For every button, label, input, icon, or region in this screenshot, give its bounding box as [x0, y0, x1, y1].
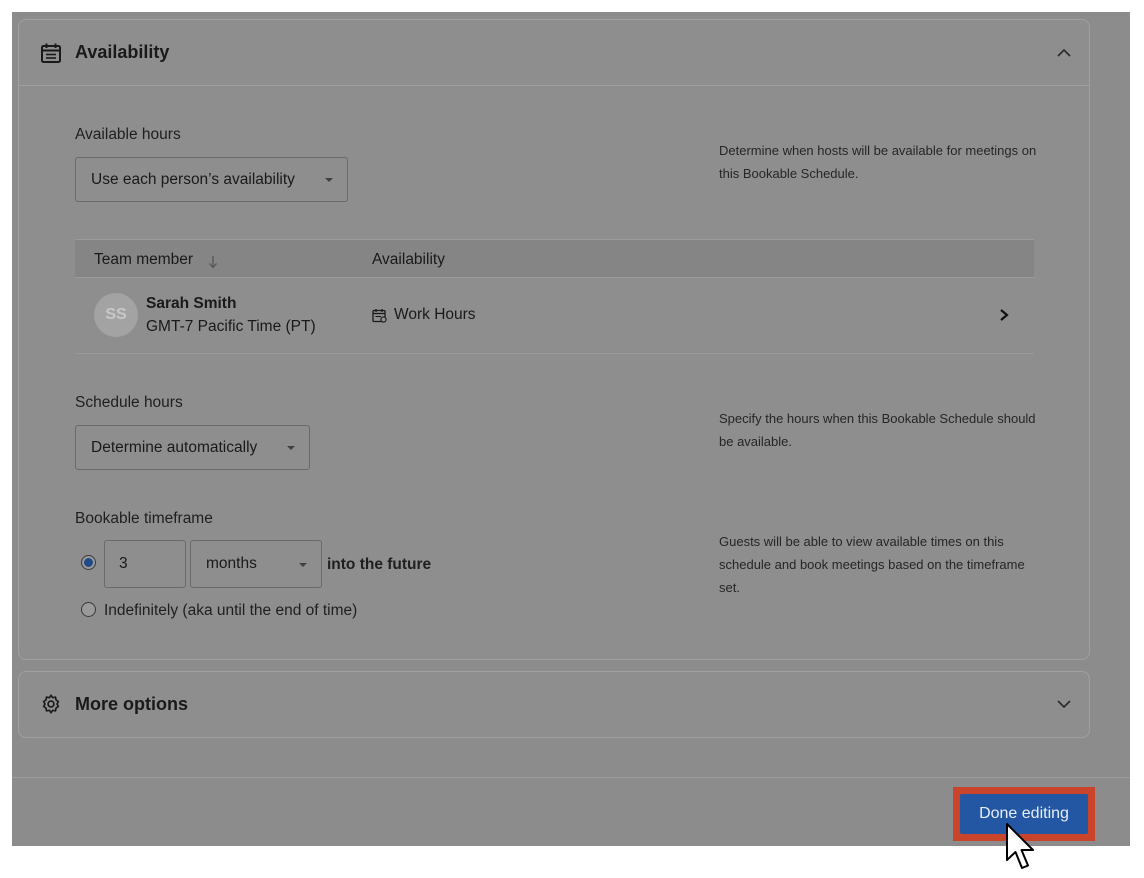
avatar: SS	[94, 293, 138, 337]
timeframe-indefinite-label[interactable]: Indefinitely (aka until the end of time)	[104, 602, 357, 620]
column-availability: Availability	[372, 251, 445, 268]
calendar-clock-icon	[372, 309, 387, 323]
table-row[interactable]: SS Sarah Smith GMT-7 Pacific Time (PT) W…	[75, 278, 1034, 354]
more-options-title: More options	[75, 694, 188, 714]
bookable-timeframe-label: Bookable timeframe	[75, 510, 213, 527]
timeframe-amount-input[interactable]: 3	[104, 540, 186, 588]
timeframe-indefinite-radio[interactable]	[81, 602, 96, 617]
timeframe-unit-select[interactable]: months	[190, 540, 322, 588]
schedule-hours-help: Specify the hours when this Bookable Sch…	[719, 411, 1036, 449]
timeframe-limited-radio[interactable]	[81, 555, 96, 570]
table-header: Team member Availability	[75, 239, 1034, 278]
timeframe-suffix: into the future	[327, 556, 432, 573]
member-timezone: GMT-7 Pacific Time (PT)	[146, 318, 316, 335]
gear-icon	[42, 694, 60, 714]
schedule-hours-value: Determine automatically	[91, 439, 258, 456]
member-availability: Work Hours	[372, 306, 476, 324]
arrow-down-icon[interactable]	[208, 255, 218, 269]
available-hours-value: Use each person’s availability	[91, 171, 295, 188]
footer-divider	[12, 777, 1130, 778]
timeframe-unit-value: months	[206, 555, 257, 572]
chevron-right-icon[interactable]	[998, 308, 1010, 322]
column-team-member[interactable]: Team member	[94, 251, 193, 269]
schedule-hours-label: Schedule hours	[75, 394, 183, 411]
availability-value: Work Hours	[394, 306, 476, 323]
availability-title: Availability	[75, 42, 170, 62]
member-name: Sarah Smith	[146, 295, 237, 312]
bookable-timeframe-help: Guests will be able to view available ti…	[719, 534, 1025, 595]
mouse-cursor-icon	[1006, 823, 1034, 869]
team-table: Team member Availability SS Sarah Smith …	[75, 239, 1034, 354]
chevron-down-icon[interactable]	[1055, 695, 1073, 713]
caret-down-icon	[287, 446, 295, 450]
more-options-panel[interactable]: More options	[18, 671, 1090, 738]
available-hours-select[interactable]: Use each person’s availability	[75, 157, 348, 202]
dimmed-page: Availability Available hours Use each pe…	[12, 12, 1130, 846]
schedule-hours-select[interactable]: Determine automatically	[75, 425, 310, 470]
availability-panel: Availability Available hours Use each pe…	[18, 19, 1090, 660]
caret-down-icon	[299, 563, 307, 567]
calendar-icon	[41, 43, 61, 63]
more-options-header[interactable]: More options	[19, 672, 1089, 737]
available-hours-help: Determine when hosts will be available f…	[719, 143, 1037, 181]
chevron-up-icon[interactable]	[1055, 44, 1073, 62]
availability-panel-header[interactable]: Availability	[19, 20, 1089, 86]
available-hours-label: Available hours	[75, 126, 181, 143]
caret-down-icon	[325, 178, 333, 182]
